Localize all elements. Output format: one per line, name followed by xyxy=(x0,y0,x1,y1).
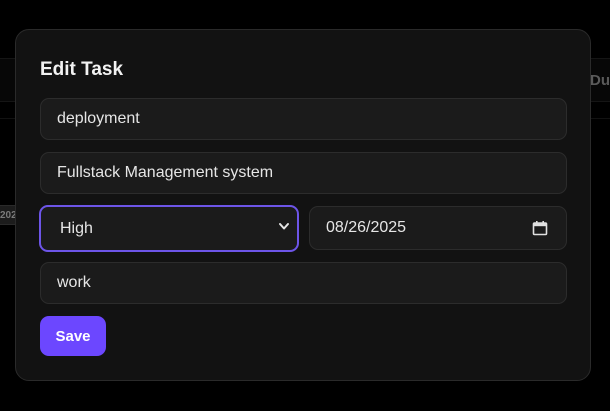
due-date-value: 08/26/2025 xyxy=(326,219,407,236)
save-button[interactable]: Save xyxy=(40,316,106,356)
edit-task-modal: Edit Task deployment Fullstack Managemen… xyxy=(15,29,591,381)
modal-title: Edit Task xyxy=(40,59,124,80)
background-column-header: Du xyxy=(590,72,610,89)
due-date-input[interactable]: 08/26/2025 xyxy=(309,206,567,250)
priority-select[interactable]: High xyxy=(39,205,299,252)
chevron-down-icon xyxy=(279,223,289,230)
task-category-input[interactable]: work xyxy=(40,262,567,304)
priority-select-value: High xyxy=(60,220,93,237)
task-description-input[interactable]: Fullstack Management system xyxy=(40,152,567,194)
calendar-icon[interactable] xyxy=(532,220,548,236)
task-name-input[interactable]: deployment xyxy=(40,98,567,140)
